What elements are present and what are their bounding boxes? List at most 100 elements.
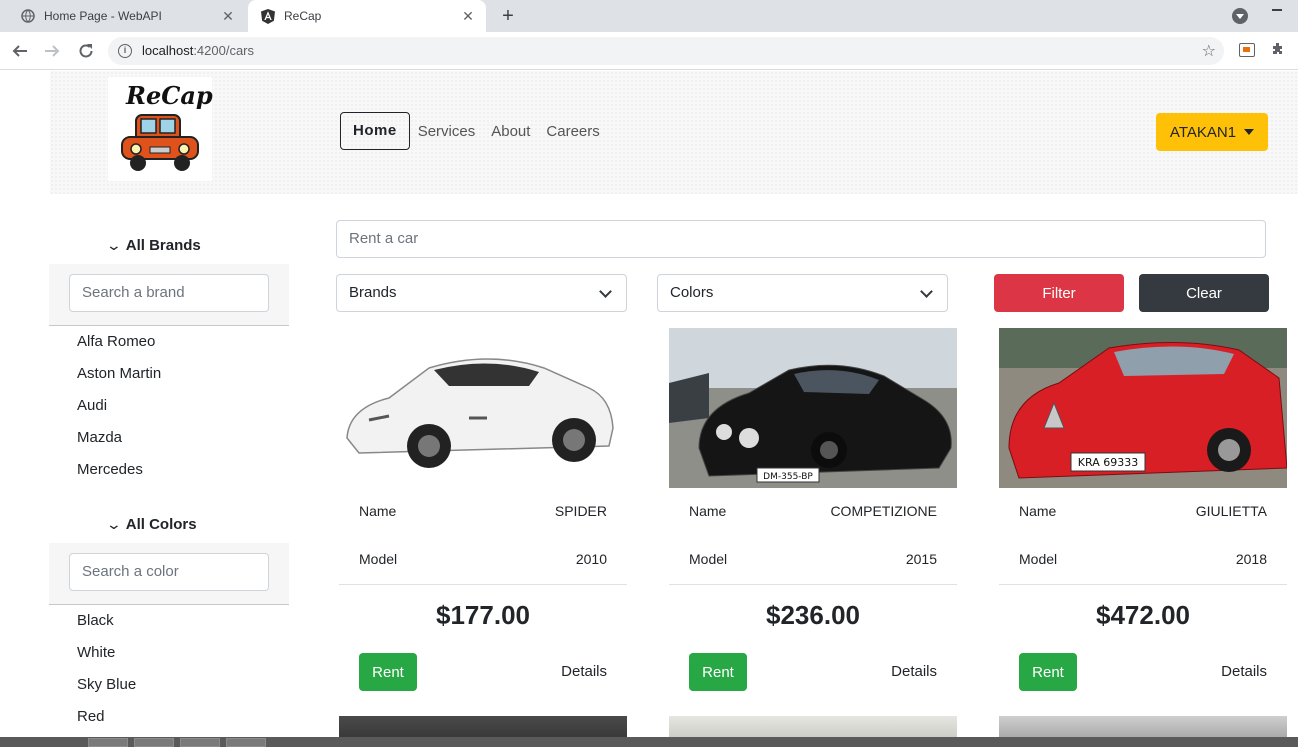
all-brands-toggle[interactable]: ⌄ All Brands bbox=[105, 237, 201, 254]
cast-extension-icon[interactable] bbox=[1239, 43, 1255, 57]
rent-search-input[interactable]: Rent a car bbox=[336, 220, 1266, 258]
main-nav: Home Services About Careers bbox=[340, 112, 608, 150]
rent-button[interactable]: Rent bbox=[689, 653, 747, 691]
card-model-row: Model 2015 bbox=[689, 551, 937, 571]
car-model: 2015 bbox=[905, 551, 937, 567]
brand-item[interactable]: Audi bbox=[77, 390, 161, 422]
nav-careers[interactable]: Careers bbox=[546, 123, 599, 140]
colors-select-value: Colors bbox=[670, 284, 714, 301]
chevron-down-icon: ⌄ bbox=[105, 237, 123, 253]
chevron-down-icon: ⌄ bbox=[105, 516, 123, 532]
taskbar-app[interactable] bbox=[180, 738, 220, 747]
color-item[interactable]: Sky Blue bbox=[77, 669, 136, 701]
brand-item[interactable]: Alfa Romeo bbox=[77, 326, 161, 358]
card-name-row: Name COMPETIZIONE bbox=[689, 503, 937, 523]
tab-search-icon[interactable] bbox=[1232, 8, 1248, 24]
colors-select[interactable]: Colors bbox=[657, 274, 948, 312]
car-illustration: KRA 69333 bbox=[999, 328, 1287, 488]
car-illustration: DM-355-BP bbox=[669, 328, 957, 488]
brand-item[interactable]: Mercedes bbox=[77, 454, 161, 486]
clear-button[interactable]: Clear bbox=[1139, 274, 1269, 312]
car-price: $236.00 bbox=[766, 600, 860, 630]
os-taskbar bbox=[0, 737, 1298, 747]
all-colors-toggle[interactable]: ⌄ All Colors bbox=[105, 516, 197, 533]
name-label: Name bbox=[1019, 503, 1057, 519]
brand-list: Alfa Romeo Aston Martin Audi Mazda Merce… bbox=[77, 326, 161, 486]
close-tab-icon[interactable]: ✕ bbox=[220, 8, 236, 24]
color-item[interactable]: White bbox=[77, 637, 136, 669]
model-label: Model bbox=[1019, 551, 1058, 567]
car-image[interactable]: KRA 69333 bbox=[999, 328, 1287, 488]
next-car-image[interactable] bbox=[339, 716, 627, 737]
minimize-icon[interactable] bbox=[1272, 9, 1282, 11]
chevron-down-icon bbox=[920, 285, 933, 298]
tab-home-page-webapi[interactable]: Home Page - WebAPI ✕ bbox=[8, 0, 246, 32]
logo-text: ReCap bbox=[126, 81, 213, 110]
tab-recap[interactable]: ReCap ✕ bbox=[248, 0, 486, 32]
card-name-row: Name GIULIETTA bbox=[1019, 503, 1267, 523]
brand-search-input[interactable]: Search a brand bbox=[69, 274, 269, 312]
details-link[interactable]: Details bbox=[1221, 663, 1267, 680]
taskbar-app[interactable] bbox=[226, 738, 266, 747]
car-name: GIULIETTA bbox=[1195, 503, 1267, 519]
car-card: DM-355-BP Name COMPETIZIONE Model 2015 $… bbox=[669, 328, 957, 737]
details-link[interactable]: Details bbox=[891, 663, 937, 680]
rent-button[interactable]: Rent bbox=[359, 653, 417, 691]
page-content: ReCap Home Services About Careers ATAKAN… bbox=[0, 71, 1298, 737]
url-host: localhost bbox=[142, 43, 194, 58]
user-name: ATAKAN1 bbox=[1169, 123, 1237, 141]
url-text: localhost:4200/cars bbox=[142, 43, 254, 58]
url-field[interactable]: i localhost:4200/cars ☆ bbox=[108, 37, 1224, 65]
all-brands-title: All Brands bbox=[125, 237, 201, 254]
reload-icon[interactable] bbox=[76, 41, 96, 61]
taskbar-app[interactable] bbox=[134, 738, 174, 747]
car-model: 2018 bbox=[1235, 551, 1267, 567]
tab-title: Home Page - WebAPI bbox=[44, 9, 162, 23]
car-illustration bbox=[339, 328, 627, 488]
new-tab-button[interactable]: + bbox=[498, 6, 518, 26]
color-item[interactable]: Red bbox=[77, 701, 136, 733]
car-image[interactable]: DM-355-BP bbox=[669, 328, 957, 488]
color-list: Black White Sky Blue Red bbox=[77, 605, 136, 733]
site-info-icon[interactable]: i bbox=[118, 44, 132, 58]
brand-item[interactable]: Mazda bbox=[77, 422, 161, 454]
next-car-image[interactable] bbox=[669, 716, 957, 737]
car-name: SPIDER bbox=[554, 503, 607, 519]
nav-services[interactable]: Services bbox=[418, 123, 476, 140]
divider bbox=[339, 584, 627, 585]
close-tab-icon[interactable]: ✕ bbox=[460, 8, 476, 24]
user-menu-button[interactable]: ATAKAN1 bbox=[1156, 113, 1268, 151]
details-link[interactable]: Details bbox=[561, 663, 607, 680]
url-path: :4200/cars bbox=[193, 43, 255, 58]
nav-about[interactable]: About bbox=[491, 123, 530, 140]
globe-icon bbox=[20, 8, 36, 24]
address-bar: i localhost:4200/cars ☆ bbox=[0, 32, 1298, 70]
site-header: ReCap Home Services About Careers ATAKAN… bbox=[50, 71, 1298, 194]
car-name: COMPETIZIONE bbox=[830, 503, 937, 519]
color-search-panel: Search a color bbox=[49, 543, 289, 605]
brands-select[interactable]: Brands bbox=[336, 274, 627, 312]
car-image[interactable] bbox=[339, 328, 627, 488]
next-car-image[interactable] bbox=[999, 716, 1287, 737]
chevron-down-icon bbox=[599, 285, 612, 298]
color-search-input[interactable]: Search a color bbox=[69, 553, 269, 591]
taskbar-app[interactable] bbox=[88, 738, 128, 747]
car-price: $177.00 bbox=[436, 600, 530, 630]
rent-button[interactable]: Rent bbox=[1019, 653, 1077, 691]
extensions-puzzle-icon[interactable] bbox=[1270, 42, 1288, 60]
nav-home[interactable]: Home bbox=[340, 112, 410, 150]
color-item[interactable]: Black bbox=[77, 605, 136, 637]
filter-button[interactable]: Filter bbox=[994, 274, 1124, 312]
site-logo[interactable]: ReCap bbox=[108, 77, 213, 181]
model-label: Model bbox=[359, 551, 398, 567]
car-model: 2010 bbox=[575, 551, 607, 567]
brand-item[interactable]: Aston Martin bbox=[77, 358, 161, 390]
license-plate: KRA 69333 bbox=[1078, 456, 1138, 469]
angular-icon bbox=[260, 8, 276, 24]
browser-tabstrip: Home Page - WebAPI ✕ ReCap ✕ + bbox=[0, 0, 1298, 32]
bookmark-star-icon[interactable]: ☆ bbox=[1202, 41, 1216, 61]
back-arrow-icon[interactable] bbox=[10, 41, 30, 61]
model-label: Model bbox=[689, 551, 728, 567]
forward-arrow-icon[interactable] bbox=[42, 41, 62, 61]
brands-select-value: Brands bbox=[349, 284, 397, 301]
